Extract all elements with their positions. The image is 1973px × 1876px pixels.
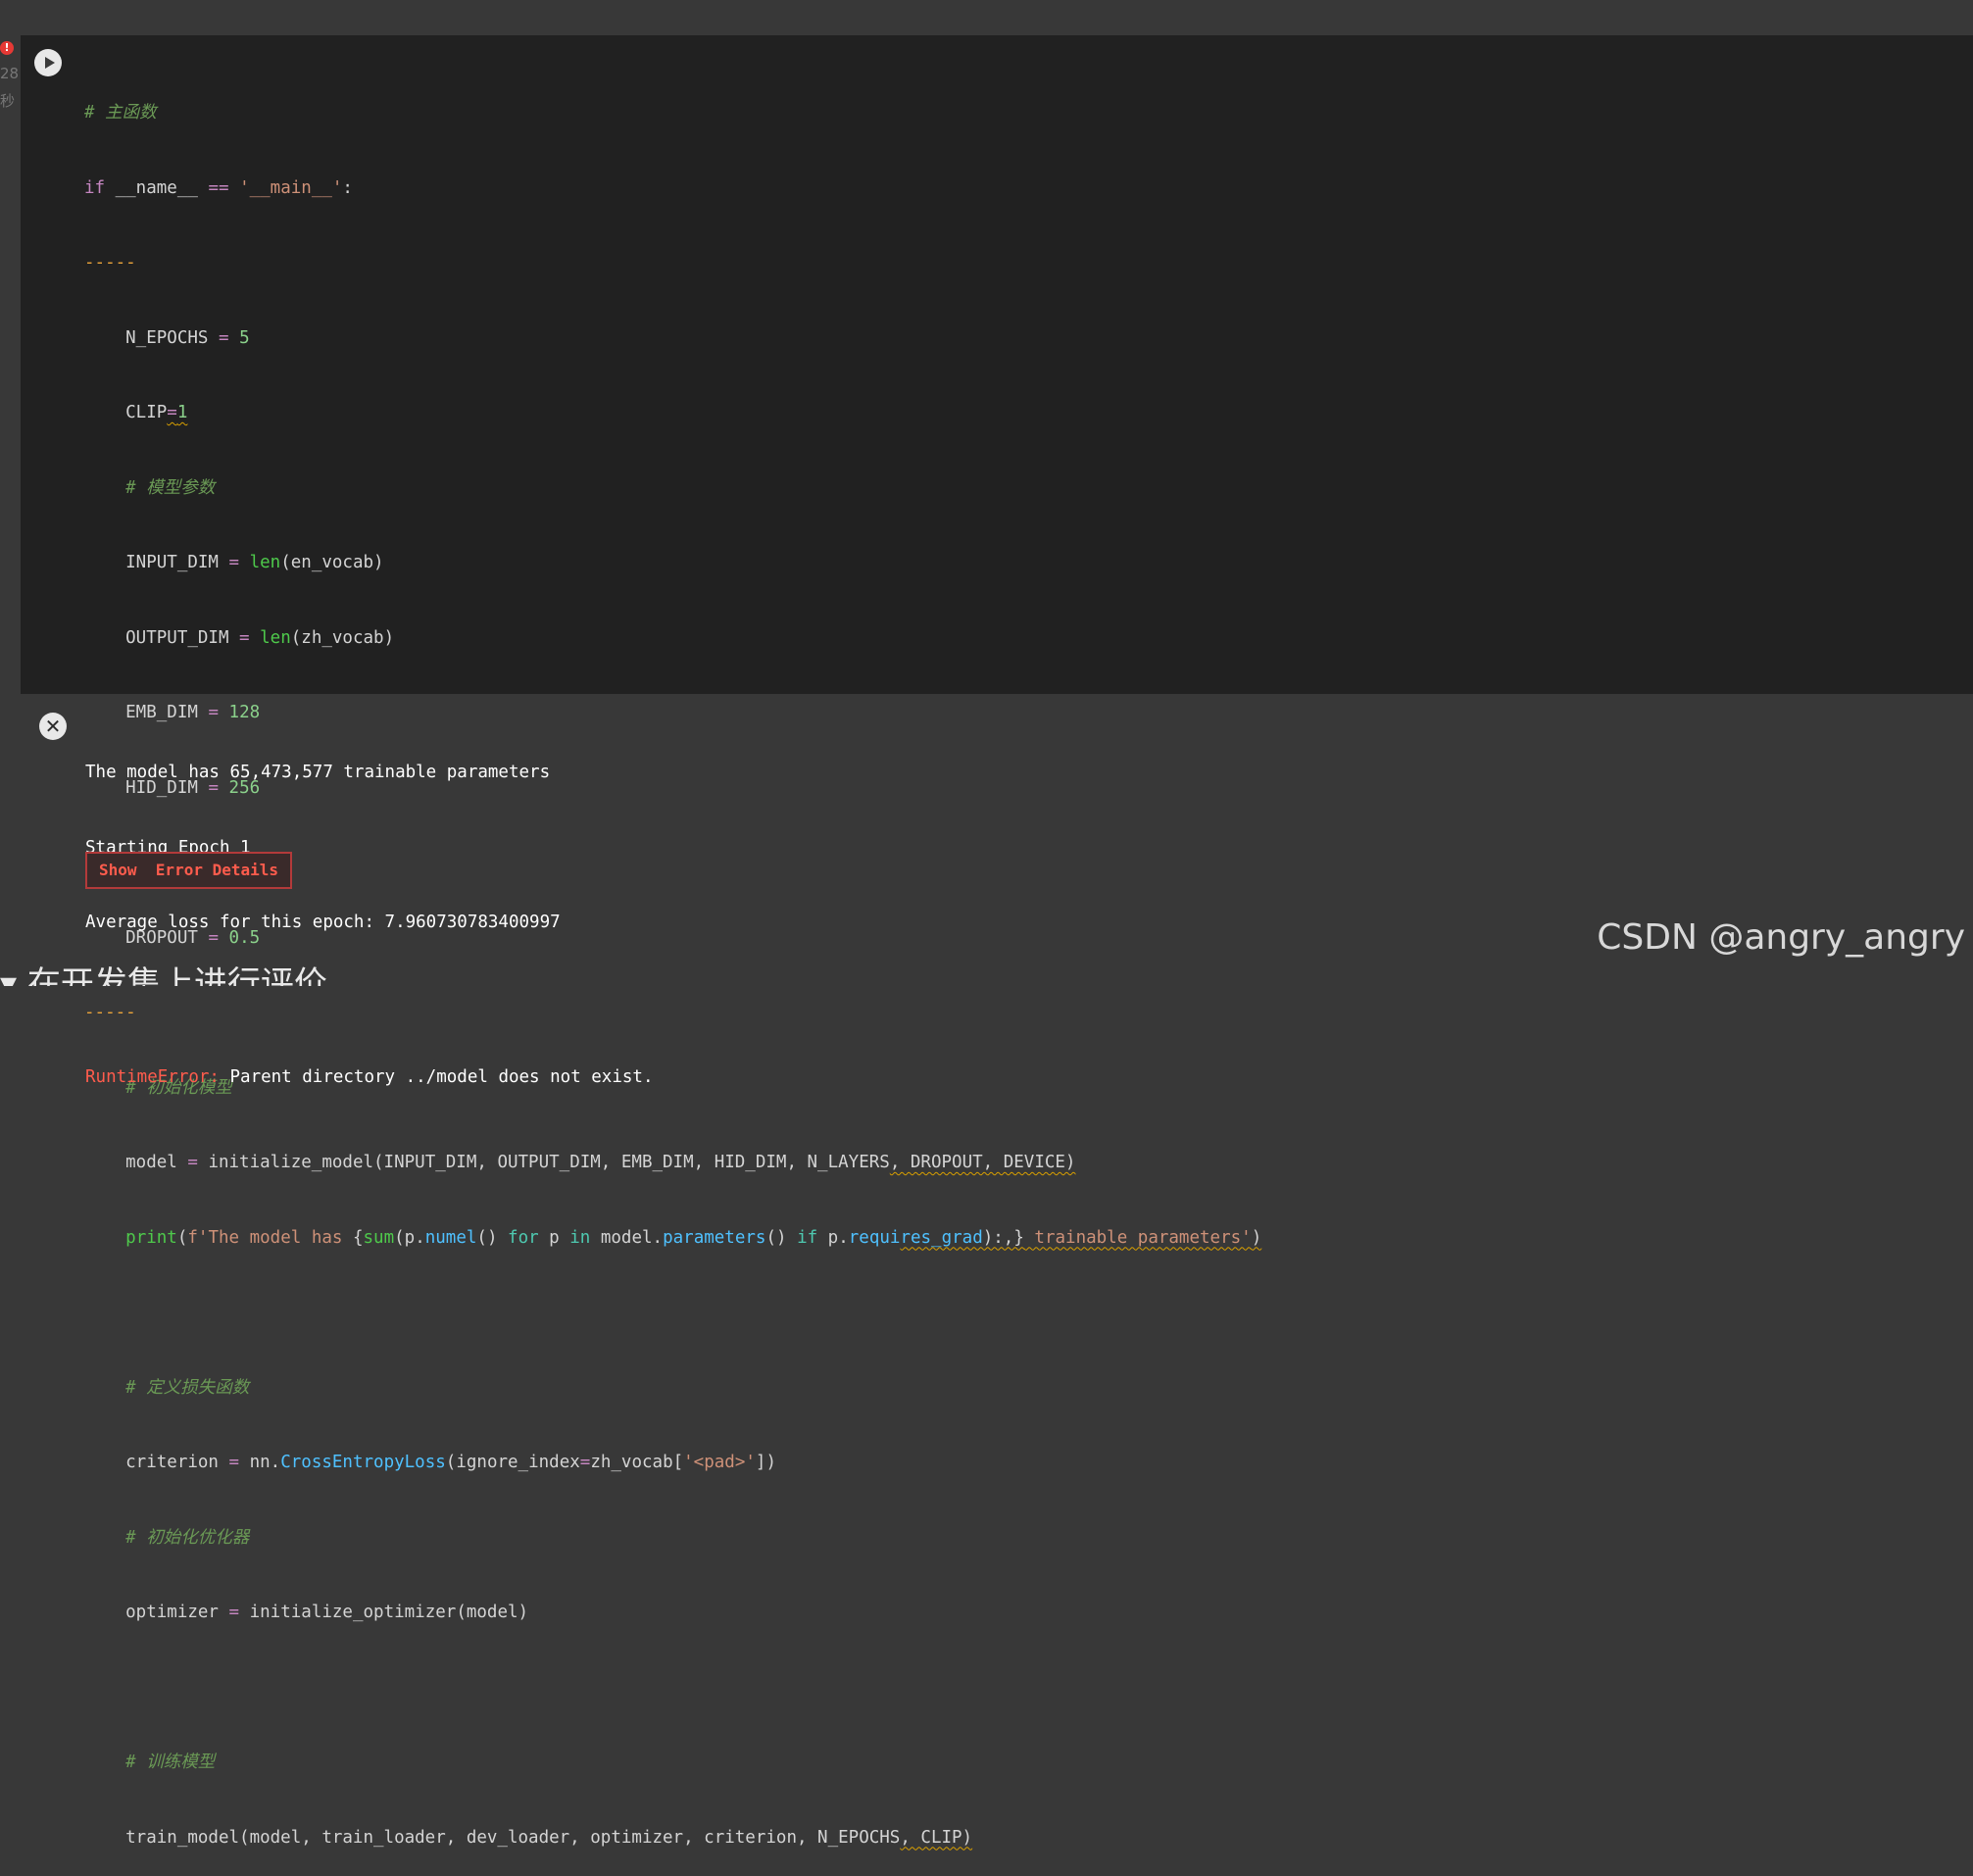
code-line: criterion = nn.CrossEntropyLoss(ignore_i… — [84, 1453, 776, 1472]
code-line: # 模型参数 — [84, 477, 216, 498]
code-line: # 训练模型 — [84, 1753, 216, 1772]
show-error-details-button[interactable]: Show Error Details — [85, 852, 293, 889]
code-line: # 主函数 — [84, 103, 157, 123]
run-cell-button[interactable] — [34, 49, 62, 76]
code-line: # 初始化优化器 — [84, 1527, 250, 1548]
error-flag-icon: ! — [0, 41, 14, 55]
code-line: OUTPUT_DIM = len(zh_vocab) — [84, 627, 395, 648]
cell-output: The model has 65,473,577 trainable param… — [85, 711, 653, 1115]
output-spacer — [85, 986, 653, 1016]
clear-output-icon[interactable]: ✕ — [39, 713, 67, 740]
section-heading[interactable]: ▾ 在开发集上进行评价 — [0, 957, 327, 986]
error-name: RuntimeError: — [85, 1067, 220, 1087]
code-line: N_EPOCHS = 5 — [84, 327, 250, 348]
error-message: Parent directory ../model does not exist… — [219, 1067, 654, 1087]
code-line: CLIP=1 — [84, 403, 188, 422]
code-line: if __name__ == '__main__': — [84, 177, 353, 198]
output-line: The model has 65,473,577 trainable param… — [85, 763, 551, 782]
code-line: optimizer = initialize_optimizer(model) — [84, 1603, 529, 1622]
watermark: CSDN @angry_angry — [1597, 917, 1965, 958]
execution-time: 28 — [0, 65, 20, 82]
top-bar — [0, 0, 1973, 35]
error-line: RuntimeError: Parent directory ../model … — [85, 1065, 653, 1091]
code-line: train_model(model, train_loader, dev_loa… — [84, 1827, 973, 1848]
section-heading-text: 在开发集上进行评价 — [26, 964, 327, 986]
execution-time-unit: 秒 — [0, 92, 16, 110]
code-line: ----- — [84, 253, 136, 272]
output-line: Average loss for this epoch: 7.960730783… — [85, 913, 561, 932]
code-line: print(f'The model has {sum(p.numel() for… — [125, 1227, 1262, 1248]
play-icon — [44, 57, 55, 69]
code-line: INPUT_DIM = len(en_vocab) — [84, 553, 384, 572]
code-line: # 定义损失函数 — [84, 1377, 250, 1398]
code-line: model = initialize_model(INPUT_DIM, OUTP… — [84, 1153, 1076, 1172]
